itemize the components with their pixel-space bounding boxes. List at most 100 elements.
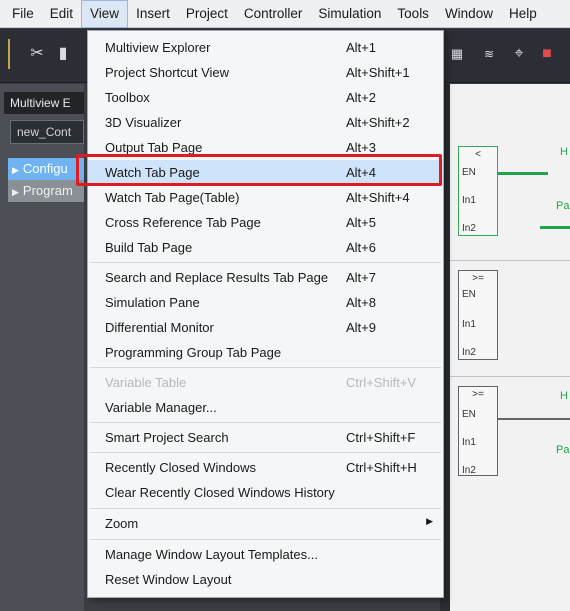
pin-label: In1 — [462, 437, 476, 448]
menu-item-label: Variable Table — [105, 375, 187, 390]
controller-combo[interactable]: new_Cont — [10, 120, 84, 144]
menu-item-label: Variable Manager... — [105, 400, 217, 415]
coil-label: Pa — [556, 444, 570, 456]
menu-item-shortcut: Ctrl+Shift+H — [346, 460, 417, 475]
expand-icon[interactable]: ▶ — [12, 187, 19, 197]
menu-item-shortcut: Alt+5 — [346, 215, 376, 230]
menu-item-3d-visualizer[interactable]: 3D Visualizer Alt+Shift+2 — [88, 110, 443, 135]
cut-icon[interactable]: ✂ — [26, 43, 48, 65]
menu-separator — [90, 452, 441, 453]
menu-item-watch-tab-page[interactable]: Watch Tab Page Alt+4 — [88, 160, 443, 185]
menu-item-shortcut: Alt+1 — [346, 40, 376, 55]
menu-item-label: Project Shortcut View — [105, 65, 230, 80]
menu-item-label: Watch Tab Page — [105, 165, 200, 180]
menu-item-clear-recently-closed[interactable]: Clear Recently Closed Windows History — [88, 480, 443, 505]
menu-item-watch-tab-page-table[interactable]: Watch Tab Page(Table) Alt+Shift+4 — [88, 185, 443, 210]
replace-icon[interactable]: ≋ — [478, 43, 500, 65]
pin-label: In1 — [462, 319, 476, 330]
function-block[interactable]: >= EN In1 In2 — [458, 386, 498, 476]
menu-item-cross-reference-tab-page[interactable]: Cross Reference Tab Page Alt+5 — [88, 210, 443, 235]
menu-item-shortcut: Alt+9 — [346, 320, 376, 335]
menu-item-output-tab-page[interactable]: Output Tab Page Alt+3 — [88, 135, 443, 160]
menu-item-variable-table: Variable Table Ctrl+Shift+V — [88, 370, 443, 395]
menu-item-programming-group-tab-page[interactable]: Programming Group Tab Page — [88, 340, 443, 365]
tree-item-programming[interactable]: ▶ Program — [8, 180, 84, 202]
ladder-editor: < EN In1 In2 H Pa >= EN In1 In2 >= EN In… — [440, 84, 570, 611]
menu-item-shortcut: Alt+4 — [346, 165, 376, 180]
menu-separator — [90, 367, 441, 368]
menu-edit[interactable]: Edit — [42, 0, 81, 28]
function-block[interactable]: >= EN In1 In2 — [458, 270, 498, 360]
pin-label: In2 — [462, 465, 476, 476]
menu-separator — [90, 422, 441, 423]
table-icon[interactable]: ▦ — [446, 43, 468, 65]
block-operator: >= — [472, 273, 484, 284]
menubar: File Edit View Insert Project Controller… — [0, 0, 570, 28]
menu-item-shortcut: Alt+8 — [346, 295, 376, 310]
menu-item-label: Toolbox — [105, 90, 150, 105]
pin-label: EN — [462, 167, 476, 178]
menu-item-shortcut: Alt+Shift+2 — [346, 115, 410, 130]
menu-item-label: Output Tab Page — [105, 140, 203, 155]
menu-item-label: Zoom — [105, 516, 139, 531]
menu-item-manage-window-layout-templates[interactable]: Manage Window Layout Templates... — [88, 542, 443, 567]
submenu-arrow-icon: ▶ — [426, 516, 433, 526]
menu-window[interactable]: Window — [437, 0, 501, 28]
pin-label: EN — [462, 289, 476, 300]
menu-item-label: Reset Window Layout — [105, 572, 232, 587]
menu-help[interactable]: Help — [501, 0, 545, 28]
menu-item-label: Programming Group Tab Page — [105, 345, 282, 360]
multiview-explorer-pane: Multiview E new_Cont ▶ Configu ▶ Program — [0, 84, 84, 611]
menu-file[interactable]: File — [4, 0, 42, 28]
menu-item-zoom[interactable]: Zoom ▶ — [88, 511, 443, 536]
menu-view[interactable]: View — [81, 0, 129, 28]
menu-item-recently-closed-windows[interactable]: Recently Closed Windows Ctrl+Shift+H — [88, 455, 443, 480]
menu-item-label: Simulation Pane — [105, 295, 200, 310]
toolbar-grip — [8, 39, 10, 69]
menu-insert[interactable]: Insert — [128, 0, 178, 28]
menu-item-project-shortcut-view[interactable]: Project Shortcut View Alt+Shift+1 — [88, 60, 443, 85]
menu-item-label: Smart Project Search — [105, 430, 229, 445]
menu-tools[interactable]: Tools — [389, 0, 437, 28]
menu-item-shortcut: Ctrl+Shift+V — [346, 375, 417, 390]
menu-controller[interactable]: Controller — [236, 0, 311, 28]
menu-item-label: Multiview Explorer — [105, 40, 211, 55]
menu-project[interactable]: Project — [178, 0, 236, 28]
copy-icon[interactable]: ▮ — [52, 43, 74, 65]
pane-title: Multiview E — [4, 92, 84, 114]
view-menu-dropdown: Multiview Explorer Alt+1 Project Shortcu… — [87, 30, 444, 598]
ladder-wire — [498, 172, 548, 175]
binoculars-icon[interactable]: ⌖ — [508, 43, 530, 65]
menu-item-label: Clear Recently Closed Windows History — [105, 485, 335, 500]
ladder-wire — [540, 226, 570, 229]
menu-item-reset-window-layout[interactable]: Reset Window Layout — [88, 567, 443, 592]
menu-item-search-replace-results[interactable]: Search and Replace Results Tab Page Alt+… — [88, 265, 443, 290]
menu-item-label: Manage Window Layout Templates... — [105, 547, 318, 562]
menu-item-multiview-explorer[interactable]: Multiview Explorer Alt+1 — [88, 35, 443, 60]
menu-item-variable-manager[interactable]: Variable Manager... — [88, 395, 443, 420]
expand-icon[interactable]: ▶ — [12, 165, 19, 175]
menu-item-shortcut: Alt+6 — [346, 240, 376, 255]
menu-item-shortcut: Alt+7 — [346, 270, 376, 285]
menu-item-label: Recently Closed Windows — [105, 460, 257, 475]
tree-item-configurations[interactable]: ▶ Configu — [8, 158, 84, 180]
menu-item-build-tab-page[interactable]: Build Tab Page Alt+6 — [88, 235, 443, 260]
pin-label: In2 — [462, 347, 476, 358]
coil-label: H — [560, 146, 568, 158]
menu-item-simulation-pane[interactable]: Simulation Pane Alt+8 — [88, 290, 443, 315]
function-block[interactable]: < EN In1 In2 — [458, 146, 498, 236]
pin-label: EN — [462, 409, 476, 420]
menu-item-shortcut: Alt+3 — [346, 140, 376, 155]
menu-item-label: Search and Replace Results Tab Page — [105, 270, 329, 285]
menu-item-smart-project-search[interactable]: Smart Project Search Ctrl+Shift+F — [88, 425, 443, 450]
menu-item-differential-monitor[interactable]: Differential Monitor Alt+9 — [88, 315, 443, 340]
pin-label: In1 — [462, 195, 476, 206]
menu-item-shortcut: Ctrl+Shift+F — [346, 430, 416, 445]
rung-divider — [450, 376, 570, 377]
menu-item-toolbox[interactable]: Toolbox Alt+2 — [88, 85, 443, 110]
menu-simulation[interactable]: Simulation — [310, 0, 389, 28]
rung-divider — [450, 260, 570, 261]
menu-separator — [90, 262, 441, 263]
menu-item-shortcut: Alt+2 — [346, 90, 376, 105]
record-icon[interactable]: ■ — [536, 43, 558, 65]
